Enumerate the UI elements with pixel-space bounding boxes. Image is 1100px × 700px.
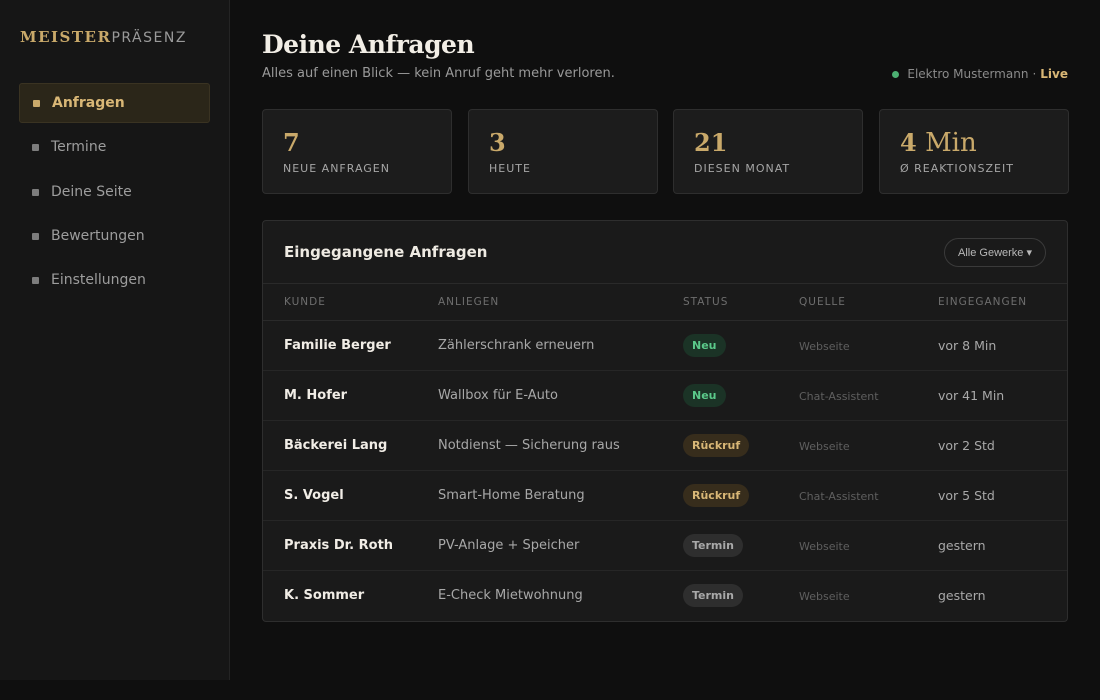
stat-value: 21 [694, 128, 728, 157]
bullet-icon [32, 276, 39, 284]
cell-kunde: Bäckerei Lang [284, 438, 388, 453]
stat-value-number: 4 [900, 128, 917, 157]
status-dot-icon [892, 70, 900, 78]
page-subtitle: Alles auf einen Blick — kein Anruf geht … [262, 66, 615, 81]
stat-card-diesen-monat[interactable]: 21 DIESEN MONAT [673, 109, 863, 194]
stat-label: Ø REAKTIONSZEIT [900, 162, 1014, 175]
stats-row: 7 NEUE ANFRAGEN 3 HEUTE 21 DIESEN MONAT … [262, 109, 1069, 194]
column-header-quelle[interactable]: QUELLE [799, 296, 846, 308]
filter-dropdown[interactable]: Alle Gewerke ▾ [944, 238, 1046, 267]
table-row[interactable]: K. Sommer E-Check Mietwohnung Termin Web… [263, 571, 1067, 621]
company-name: Elektro Mustermann [907, 67, 1029, 81]
cell-quelle: Chat-Assistent [799, 490, 879, 503]
live-badge: Live [1040, 67, 1068, 81]
column-header-status[interactable]: STATUS [683, 296, 728, 308]
brand-logo[interactable]: MEISTERPRÄSENZ [20, 28, 187, 46]
status-badge: Neu [683, 384, 726, 407]
cell-kunde: K. Sommer [284, 588, 365, 603]
stat-label: HEUTE [489, 162, 531, 175]
table-row[interactable]: S. Vogel Smart-Home Beratung Rückruf Cha… [263, 471, 1067, 521]
page-title: Deine Anfragen [262, 30, 475, 59]
sidebar-item-label: Anfragen [52, 95, 125, 111]
cell-anliegen: E-Check Mietwohnung [438, 588, 583, 603]
status-badge: Termin [683, 584, 743, 607]
cell-quelle: Webseite [799, 340, 850, 353]
sidebar-item-einstellungen[interactable]: Einstellungen [19, 260, 210, 300]
cell-eingegangen: gestern [938, 588, 986, 603]
cell-quelle: Chat-Assistent [799, 390, 879, 403]
sidebar-item-label: Bewertungen [51, 228, 145, 244]
cell-anliegen: Wallbox für E-Auto [438, 388, 558, 403]
cell-kunde: Praxis Dr. Roth [284, 538, 394, 553]
bullet-icon [32, 188, 39, 196]
cell-anliegen: Smart-Home Beratung [438, 488, 585, 503]
status-badge: Rückruf [683, 484, 750, 507]
brand-logo-light: PRÄSENZ [111, 30, 187, 46]
stat-value: 7 [283, 128, 300, 157]
cell-eingegangen: gestern [938, 538, 986, 553]
cell-anliegen: Zählerschrank erneuern [438, 338, 595, 353]
sidebar: MEISTERPRÄSENZ Anfragen Termine Deine Se… [0, 0, 230, 680]
cell-quelle: Webseite [799, 590, 850, 603]
column-header-anliegen[interactable]: ANLIEGEN [438, 296, 499, 308]
stat-card-heute[interactable]: 3 HEUTE [468, 109, 658, 194]
status-badge: Termin [683, 534, 743, 557]
cell-quelle: Webseite [799, 540, 850, 553]
sidebar-item-anfragen[interactable]: Anfragen [19, 83, 210, 123]
panel-title: Eingegangene Anfragen [284, 243, 488, 261]
cell-eingegangen: vor 8 Min [938, 338, 997, 353]
cell-anliegen: Notdienst — Sicherung raus [438, 438, 620, 453]
bullet-icon [32, 232, 39, 240]
cell-eingegangen: vor 5 Std [938, 488, 995, 503]
cell-kunde: S. Vogel [284, 488, 344, 503]
stat-card-neue-anfragen[interactable]: 7 NEUE ANFRAGEN [262, 109, 452, 194]
bullet-icon [33, 99, 40, 107]
live-status: Elektro Mustermann · Live [892, 67, 1068, 81]
status-badge: Neu [683, 334, 726, 357]
status-badge: Rückruf [683, 434, 750, 457]
sidebar-item-bewertungen[interactable]: Bewertungen [19, 216, 210, 256]
sidebar-item-label: Deine Seite [51, 184, 132, 200]
sidebar-item-label: Einstellungen [51, 272, 146, 288]
sidebar-item-deine-seite[interactable]: Deine Seite [19, 172, 210, 212]
column-header-kunde[interactable]: KUNDE [284, 296, 326, 308]
bullet-icon [32, 143, 39, 151]
cell-quelle: Webseite [799, 440, 850, 453]
sidebar-item-termine[interactable]: Termine [19, 127, 210, 167]
stat-label: NEUE ANFRAGEN [283, 162, 390, 175]
brand-logo-strong: MEISTER [20, 28, 112, 46]
stat-card-reaktionszeit[interactable]: 4 Min Ø REAKTIONSZEIT [879, 109, 1069, 194]
stat-value: 4 Min [900, 128, 977, 158]
cell-anliegen: PV-Anlage + Speicher [438, 538, 580, 553]
table-row[interactable]: Praxis Dr. Roth PV-Anlage + Speicher Ter… [263, 521, 1067, 571]
cell-eingegangen: vor 2 Std [938, 438, 995, 453]
stat-value: 3 [489, 128, 506, 157]
stat-label: DIESEN MONAT [694, 162, 791, 175]
table-row[interactable]: M. Hofer Wallbox für E-Auto Neu Chat-Ass… [263, 371, 1067, 421]
cell-kunde: M. Hofer [284, 388, 348, 403]
requests-panel: Eingegangene Anfragen Alle Gewerke ▾ KUN… [262, 220, 1068, 622]
table-header: KUNDE ANLIEGEN STATUS QUELLE EINGEGANGEN [263, 283, 1067, 321]
table-row[interactable]: Bäckerei Lang Notdienst — Sicherung raus… [263, 421, 1067, 471]
cell-kunde: Familie Berger [284, 338, 391, 353]
sidebar-item-label: Termine [51, 139, 107, 155]
separator: · [1032, 67, 1037, 81]
stat-value-unit: Min [925, 128, 977, 158]
cell-eingegangen: vor 41 Min [938, 388, 1005, 403]
column-header-eingegangen[interactable]: EINGEGANGEN [938, 296, 1027, 308]
table-row[interactable]: Familie Berger Zählerschrank erneuern Ne… [263, 321, 1067, 371]
